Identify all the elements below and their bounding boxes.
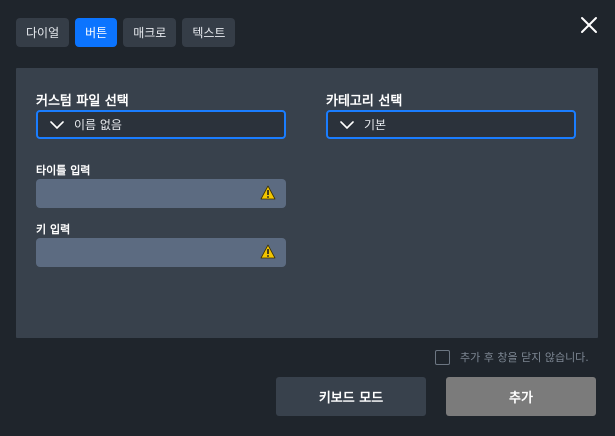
category-label: 카테고리 선택 [326,94,403,109]
chevron-down-icon [50,120,64,129]
close-button[interactable] [577,13,601,37]
warning-icon [260,244,276,259]
keep-open-option: 추가 후 창을 닫지 않습니다. [435,349,589,365]
close-icon [581,17,597,33]
key-label: 키 입력 [36,223,71,236]
keyboard-mode-button[interactable]: 키보드 모드 [276,377,426,416]
title-input[interactable] [36,179,286,208]
form-panel: 커스텀 파일 선택 이름 없음 카테고리 선택 기본 타이틀 입력 키 입력 [16,68,598,338]
tab-text[interactable]: 텍스트 [182,18,236,47]
chevron-down-icon [340,120,354,129]
custom-file-select[interactable]: 이름 없음 [36,110,286,139]
tab-button[interactable]: 버튼 [75,18,118,47]
keep-open-label: 추가 후 창을 닫지 않습니다. [460,351,589,364]
add-button[interactable]: 추가 [446,377,596,416]
custom-file-value: 이름 없음 [74,118,122,132]
tab-dial[interactable]: 다이얼 [16,18,70,47]
warning-icon [260,185,276,200]
keep-open-checkbox[interactable] [435,349,450,365]
category-value: 기본 [364,118,387,132]
mode-tabs: 다이얼 버튼 매크로 텍스트 [16,18,236,47]
key-input[interactable] [36,238,286,267]
custom-file-label: 커스텀 파일 선택 [36,94,129,109]
category-select[interactable]: 기본 [326,110,576,139]
tab-macro[interactable]: 매크로 [123,18,177,47]
title-label: 타이틀 입력 [36,164,91,177]
